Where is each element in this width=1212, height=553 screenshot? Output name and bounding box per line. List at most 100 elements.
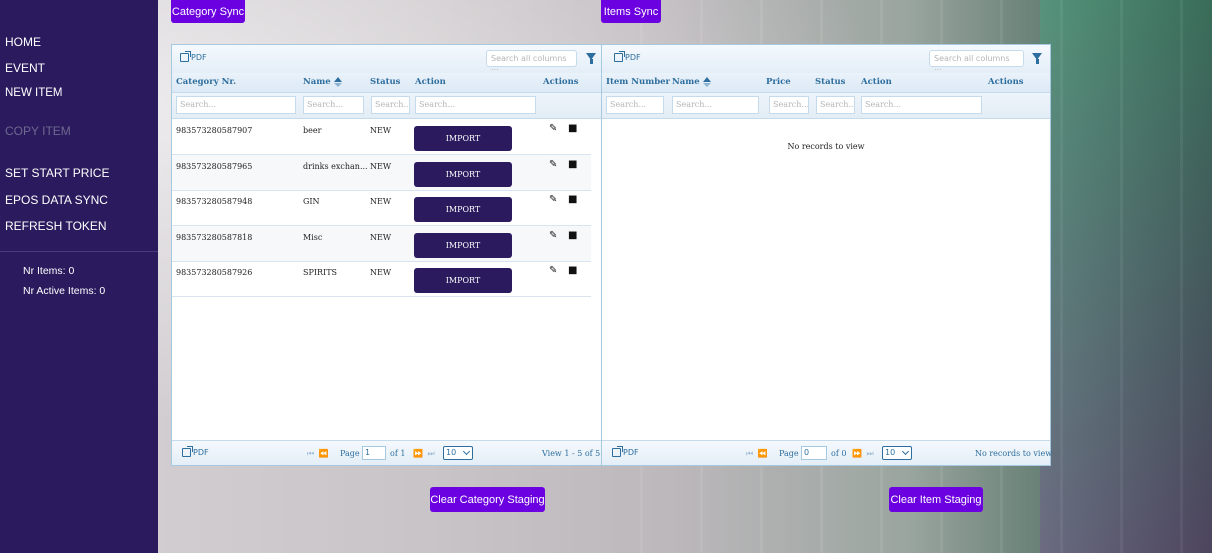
- cell-category-nr: 983573280587818: [176, 233, 253, 242]
- table-row[interactable]: 983573280587948 GIN NEW IMPORT ✎ ■: [172, 190, 591, 226]
- table-row[interactable]: 983573280587965 drinks exchan... NEW IMP…: [172, 155, 591, 191]
- nav-event[interactable]: EVENT: [5, 61, 45, 75]
- external-link-icon: [614, 51, 625, 62]
- category-pager: PDF ⏮ ⏪ Page 1 of 1 ⏩ ⏭ 10 View 1 - 5 of…: [172, 440, 601, 465]
- col-action[interactable]: Action: [415, 77, 446, 87]
- import-button[interactable]: IMPORT: [414, 233, 512, 258]
- cell-category-nr: 983573280587965: [176, 162, 253, 171]
- nav-set-start-price[interactable]: SET START PRICE: [5, 166, 109, 180]
- items-grid: PDF Search all columns ... Item Number N…: [601, 44, 1053, 466]
- cell-status: NEW: [370, 126, 392, 135]
- import-button[interactable]: IMPORT: [414, 162, 512, 187]
- filter-status[interactable]: Search...: [816, 96, 855, 114]
- external-link-icon: [182, 446, 193, 457]
- import-button[interactable]: IMPORT: [414, 126, 512, 151]
- trash-icon[interactable]: ■: [568, 159, 577, 170]
- items-grid-toolbar: PDF Search all columns ...: [602, 45, 1050, 74]
- filter-name[interactable]: Search...: [672, 96, 759, 114]
- no-records-message: No records to view: [787, 142, 865, 151]
- cell-name: GIN: [303, 197, 320, 206]
- cell-name: SPIRITS: [303, 268, 338, 277]
- external-link-icon: [612, 446, 623, 457]
- category-pager-pdf[interactable]: PDF: [182, 446, 209, 457]
- table-row[interactable]: 983573280587907 beer NEW IMPORT ✎ ■: [172, 119, 591, 155]
- pencil-icon[interactable]: ✎: [549, 230, 557, 241]
- first-prev-page-icon[interactable]: ⏮ ⏪: [746, 449, 769, 459]
- items-sync-button[interactable]: Items Sync: [601, 0, 661, 23]
- cell-name: Misc: [303, 233, 323, 242]
- pdf-label: PDF: [191, 53, 207, 62]
- col-item-number[interactable]: Item Number: [606, 77, 670, 87]
- col-actions[interactable]: Actions: [543, 77, 579, 87]
- filter-status[interactable]: Search...: [371, 96, 410, 114]
- import-button[interactable]: IMPORT: [414, 197, 512, 222]
- first-prev-page-icon[interactable]: ⏮ ⏪: [307, 449, 330, 459]
- items-pager: PDF ⏮ ⏪ Page 0 of 0 ⏩ ⏭ 10 No records to…: [602, 440, 1053, 465]
- filter-item-number[interactable]: Search...: [606, 96, 664, 114]
- filter-category-nr[interactable]: Search...: [176, 96, 296, 114]
- cell-status: NEW: [370, 233, 392, 242]
- col-category-nr[interactable]: Category Nr.: [176, 77, 236, 87]
- clear-item-staging-button[interactable]: Clear Item Staging: [889, 487, 983, 512]
- pencil-icon[interactable]: ✎: [549, 194, 557, 205]
- filter-price[interactable]: Search...: [769, 96, 809, 114]
- col-name[interactable]: Name: [303, 77, 342, 87]
- pdf-label: PDF: [623, 448, 639, 457]
- page-number-input[interactable]: 0: [801, 446, 827, 460]
- filter-icon[interactable]: [586, 53, 596, 64]
- category-sync-button[interactable]: Category Sync: [171, 0, 245, 23]
- nav-refresh-token[interactable]: REFRESH TOKEN: [5, 219, 107, 233]
- page-number-input[interactable]: 1: [362, 446, 386, 460]
- col-actions[interactable]: Actions: [988, 77, 1024, 87]
- cell-status: NEW: [370, 162, 392, 171]
- nav-new-item[interactable]: NEW ITEM: [5, 87, 63, 99]
- col-name-label: Name: [303, 77, 331, 87]
- trash-icon[interactable]: ■: [568, 265, 577, 276]
- pdf-label: PDF: [625, 53, 641, 62]
- col-status[interactable]: Status: [815, 77, 845, 87]
- table-row[interactable]: 983573280587926 SPIRITS NEW IMPORT ✎ ■: [172, 261, 591, 297]
- nr-active-items-stat: Nr Active Items: 0: [23, 285, 106, 297]
- page-size-select[interactable]: 10: [443, 446, 473, 460]
- next-last-page-icon[interactable]: ⏩ ⏭: [852, 449, 875, 459]
- category-search-all-input[interactable]: Search all columns ...: [486, 50, 577, 72]
- nav-home[interactable]: HOME: [5, 35, 41, 49]
- external-link-icon: [180, 51, 191, 62]
- trash-icon[interactable]: ■: [568, 194, 577, 205]
- items-pdf-export[interactable]: PDF: [614, 51, 641, 62]
- filter-action[interactable]: Search...: [861, 96, 982, 114]
- cell-status: NEW: [370, 197, 392, 206]
- category-grid: PDF Search all columns ... Category Nr. …: [171, 44, 602, 466]
- clear-category-staging-button[interactable]: Clear Category Staging: [430, 487, 545, 512]
- col-status[interactable]: Status: [370, 77, 400, 87]
- table-row[interactable]: 983573280587818 Misc NEW IMPORT ✎ ■: [172, 226, 591, 262]
- col-name-label: Name: [672, 77, 700, 87]
- filter-action[interactable]: Search...: [415, 96, 536, 114]
- cell-category-nr: 983573280587948: [176, 197, 253, 206]
- col-price[interactable]: Price: [766, 77, 791, 87]
- col-action[interactable]: Action: [861, 77, 892, 87]
- cell-category-nr: 983573280587926: [176, 268, 253, 277]
- items-pager-pdf[interactable]: PDF: [612, 446, 639, 457]
- cell-category-nr: 983573280587907: [176, 126, 253, 135]
- category-grid-toolbar: PDF Search all columns ...: [172, 45, 601, 74]
- pencil-icon[interactable]: ✎: [549, 159, 557, 170]
- cell-name: drinks exchan...: [303, 162, 368, 171]
- nav-epos-data-sync[interactable]: EPOS DATA SYNC: [5, 193, 108, 207]
- filter-icon[interactable]: [1032, 53, 1042, 64]
- pencil-icon[interactable]: ✎: [549, 265, 557, 276]
- items-search-all-input[interactable]: Search all columns ...: [929, 50, 1024, 72]
- import-button[interactable]: IMPORT: [414, 268, 512, 293]
- trash-icon[interactable]: ■: [568, 123, 577, 134]
- nav-copy-item: COPY ITEM: [5, 124, 71, 138]
- filter-name[interactable]: Search...: [303, 96, 364, 114]
- pencil-icon[interactable]: ✎: [549, 123, 557, 134]
- trash-icon[interactable]: ■: [568, 230, 577, 241]
- cell-name: beer: [303, 126, 322, 135]
- col-name[interactable]: Name: [672, 77, 711, 87]
- next-last-page-icon[interactable]: ⏩ ⏭: [413, 449, 436, 459]
- page-label: Page: [779, 449, 799, 458]
- no-records-pager-text: No records to view: [975, 449, 1053, 458]
- category-pdf-export[interactable]: PDF: [180, 51, 207, 62]
- page-size-select[interactable]: 10: [882, 446, 912, 460]
